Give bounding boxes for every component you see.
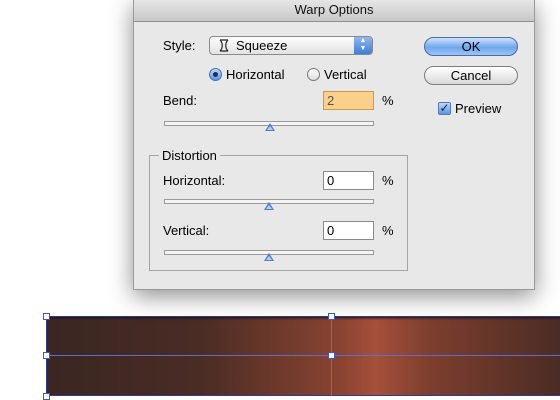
selection-center-line <box>46 355 560 356</box>
distortion-horizontal-unit: % <box>382 173 394 188</box>
cancel-button[interactable]: Cancel <box>424 66 518 85</box>
distortion-horizontal-input[interactable] <box>323 171 374 190</box>
distortion-vertical-slider-thumb[interactable] <box>264 253 274 261</box>
preview-checkbox[interactable]: ✓ <box>438 102 451 115</box>
bend-unit: % <box>382 93 394 108</box>
vertical-radio-label[interactable]: Vertical <box>324 67 367 82</box>
selection-handle-top-center[interactable] <box>328 313 335 320</box>
style-dropdown[interactable]: Squeeze ▲ ▼ <box>209 36 373 55</box>
distortion-vertical-unit: % <box>382 223 394 238</box>
vertical-radio[interactable] <box>307 68 320 81</box>
selection-handle-middle-left[interactable] <box>43 352 50 359</box>
style-label: Style: <box>163 38 196 53</box>
distortion-vertical-input[interactable] <box>323 221 374 240</box>
horizontal-radio-label[interactable]: Horizontal <box>226 67 285 82</box>
preview-label[interactable]: Preview <box>455 101 501 116</box>
distortion-vertical-label: Vertical: <box>163 223 210 238</box>
selected-artwork-bar[interactable] <box>46 316 560 396</box>
bend-input[interactable] <box>323 91 374 110</box>
bend-label: Bend: <box>163 93 197 108</box>
selection-handle-center[interactable] <box>328 352 335 359</box>
ok-button[interactable]: OK <box>424 37 518 56</box>
selection-handle-top-left[interactable] <box>43 313 50 320</box>
bend-slider-thumb[interactable] <box>265 123 275 131</box>
distortion-horizontal-label: Horizontal: <box>163 173 226 188</box>
distortion-group-title: Distortion <box>159 148 220 163</box>
selection-border <box>46 316 560 396</box>
dropdown-arrows-icon: ▲ ▼ <box>354 37 372 54</box>
style-dropdown-value: Squeeze <box>236 38 288 53</box>
selection-handle-bottom-left[interactable] <box>43 393 50 400</box>
squeeze-warp-icon <box>219 39 229 52</box>
horizontal-radio[interactable] <box>209 68 222 81</box>
distortion-horizontal-slider-thumb[interactable] <box>264 202 274 210</box>
dialog-title: Warp Options <box>134 0 534 22</box>
warp-options-dialog: Warp Options Style: Squeeze ▲ ▼ Horizonta… <box>133 0 535 290</box>
